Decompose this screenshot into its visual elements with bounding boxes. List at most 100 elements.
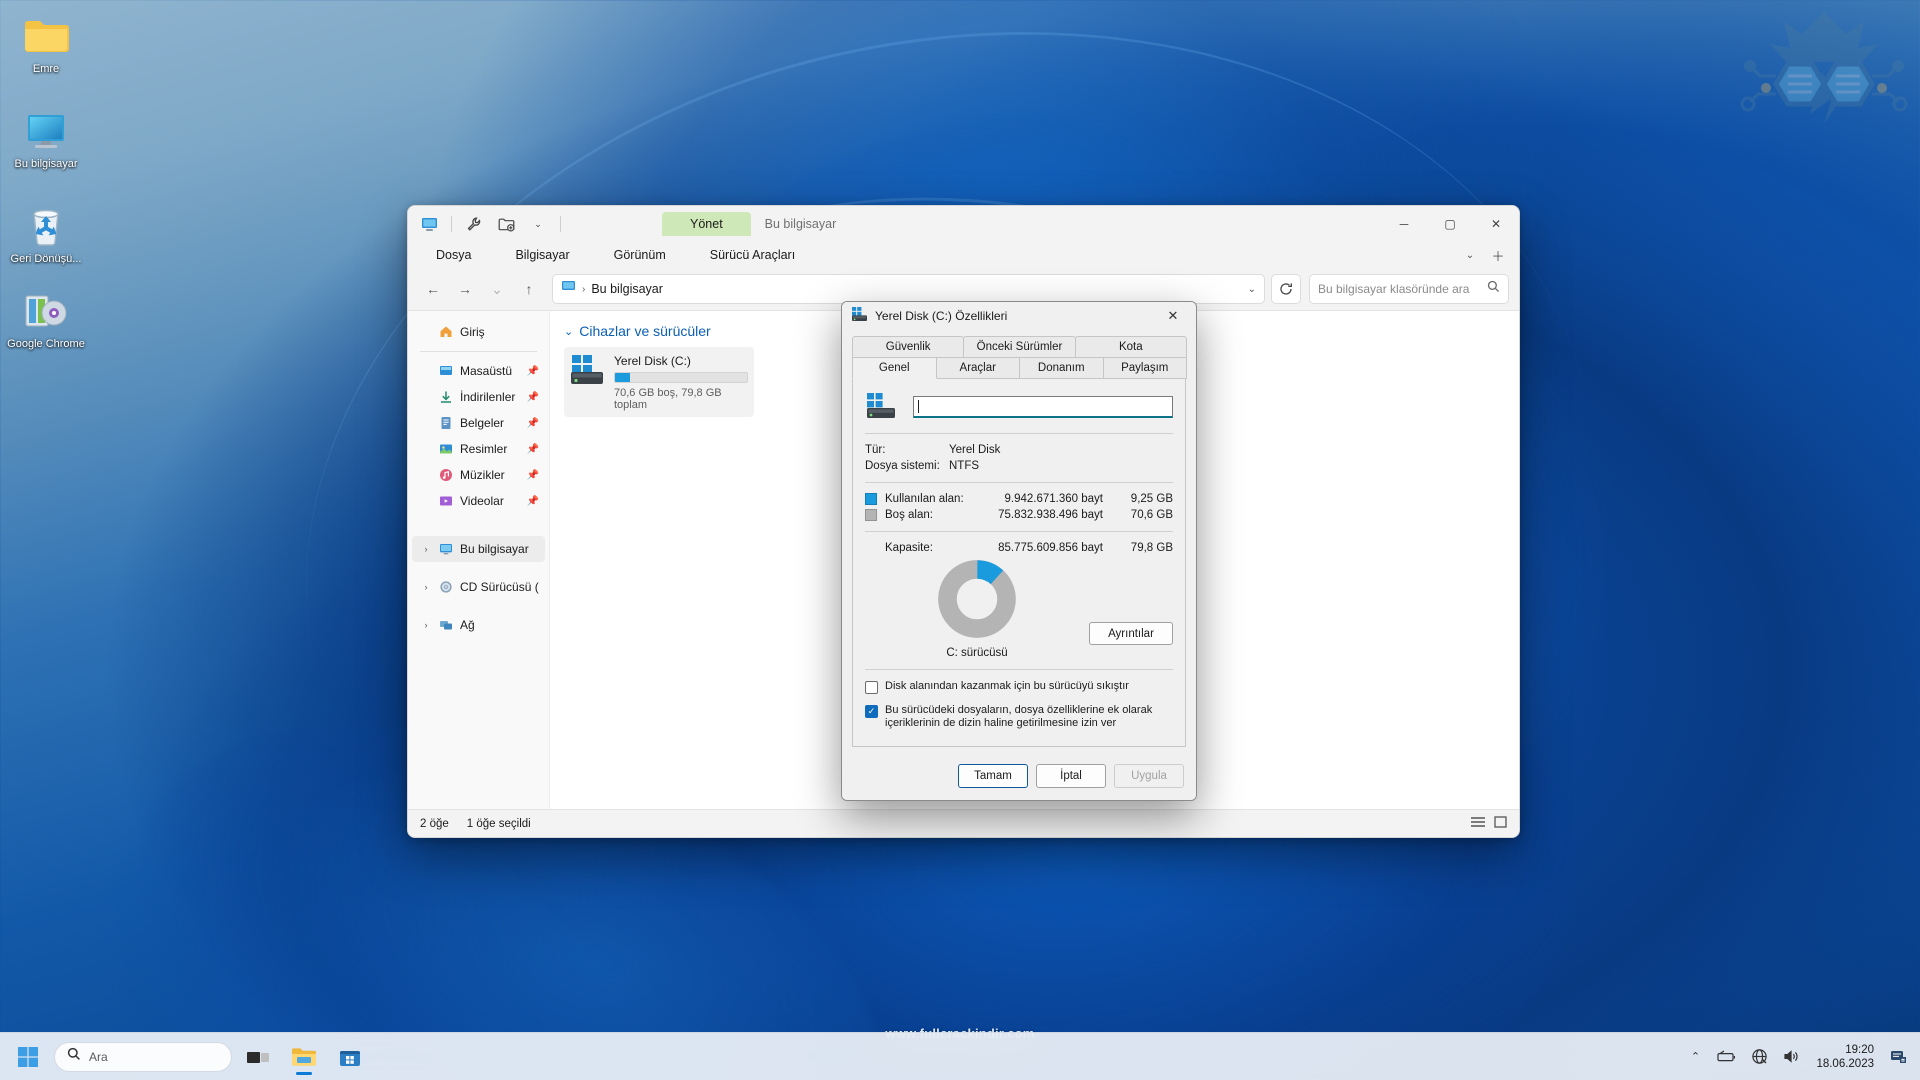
info-value: NTFS (949, 460, 1173, 472)
desktop-icon-bu-bilgisayar[interactable]: Bu bilgisayar (0, 101, 92, 174)
maximize-button[interactable]: ▢ (1427, 206, 1473, 242)
sidebar-item-bu-bilgisayar[interactable]: › Bu bilgisayar (412, 536, 545, 562)
info-row-type: Tür: Yerel Disk (865, 444, 1173, 456)
sidebar-item-resimler[interactable]: Resimler 📌 (412, 436, 545, 462)
navigation-pane: Giriş Masaüstü 📌 İndirilenler 📌 (408, 311, 550, 809)
breadcrumb-current[interactable]: Bu bilgisayar (591, 282, 663, 296)
tab-paylasim[interactable]: Paylaşım (1103, 358, 1188, 379)
up-button[interactable]: ↑ (514, 274, 544, 304)
checkbox-row-index[interactable]: ✓ Bu sürücüdeki dosyaların, dosya özelli… (865, 704, 1173, 730)
address-bar[interactable]: › Bu bilgisayar ⌄ (552, 274, 1265, 304)
sidebar-item-masaustu[interactable]: Masaüstü 📌 (412, 358, 545, 384)
notifications-icon[interactable] (1888, 1046, 1910, 1068)
drive-icon (865, 391, 899, 423)
sidebar-item-indirilenler[interactable]: İndirilenler 📌 (412, 384, 545, 410)
dialog-title: Yerel Disk (C:) Özellikleri (875, 309, 1149, 323)
help-add-icon[interactable]: ＋ (1485, 242, 1511, 268)
drive-tile-local-disk-c[interactable]: Yerel Disk (C:) 70,6 GB boş, 79,8 GB top… (564, 347, 754, 417)
chevron-down-icon[interactable]: ⌄ (525, 211, 551, 237)
tab-genel[interactable]: Genel (852, 358, 937, 379)
network-offline-icon[interactable] (1748, 1046, 1770, 1068)
status-item-count: 2 öğe (420, 818, 449, 830)
allocation-bytes: 75.832.938.496 bayt (981, 509, 1121, 521)
refresh-button[interactable] (1271, 274, 1301, 304)
properties-wrench-icon[interactable] (461, 211, 487, 237)
battery-icon[interactable] (1716, 1046, 1738, 1068)
chevron-down-icon[interactable]: ⌄ (1248, 284, 1256, 295)
sidebar-item-label: Resimler (460, 442, 521, 456)
desktop-icon-google-chrome[interactable]: Google Chrome (0, 281, 92, 354)
ok-button[interactable]: Tamam (958, 764, 1028, 788)
pin-icon[interactable]: 📌 (527, 418, 539, 429)
details-button[interactable]: Ayrıntılar (1089, 622, 1173, 645)
sidebar-divider (420, 351, 537, 352)
desktop-icon-emre[interactable]: Emre (0, 6, 92, 79)
dialog-titlebar: Yerel Disk (C:) Özellikleri ✕ (842, 302, 1196, 330)
search-icon (67, 1047, 81, 1066)
forward-button[interactable]: → (450, 274, 480, 304)
search-input[interactable]: Bu bilgisayar klasöründe ara (1309, 274, 1509, 304)
dialog-general-panel: Tür: Yerel Disk Dosya sistemi: NTFS Kull… (852, 379, 1186, 747)
microsoft-store-icon[interactable] (330, 1037, 370, 1077)
system-tray: ⌃ 19:20 18.06.2023 (1684, 1043, 1920, 1071)
index-checkbox[interactable]: ✓ (865, 705, 878, 718)
text-caret (918, 400, 919, 413)
sidebar-item-label: Giriş (460, 325, 539, 339)
chevron-right-icon[interactable]: › (420, 544, 432, 554)
close-button[interactable]: ✕ (1473, 206, 1519, 242)
menu-gorunum[interactable]: Görünüm (602, 245, 678, 265)
large-icons-view-icon[interactable] (1494, 816, 1507, 831)
chevron-up-icon[interactable]: ⌃ (1684, 1046, 1706, 1068)
taskbar-search-input[interactable]: Ara (54, 1042, 232, 1072)
minimize-button[interactable]: － (1381, 206, 1427, 242)
sidebar-item-videolar[interactable]: Videolar 📌 (412, 488, 545, 514)
info-key: Tür: (865, 444, 949, 456)
tab-araclar[interactable]: Araçlar (936, 358, 1021, 379)
legend-swatch-used (865, 493, 877, 505)
taskbar-clock[interactable]: 19:20 18.06.2023 (1812, 1043, 1878, 1071)
cancel-button[interactable]: İptal (1036, 764, 1106, 788)
pin-icon[interactable]: 📌 (527, 392, 539, 403)
menu-surucu-araclari[interactable]: Sürücü Araçları (698, 245, 807, 265)
sidebar-item-ag[interactable]: › Ağ (412, 612, 545, 638)
volume-icon[interactable] (1780, 1046, 1802, 1068)
menu-dosya[interactable]: Dosya (424, 245, 483, 265)
google-chrome-icon (2, 287, 90, 335)
sidebar-item-muzikler[interactable]: Müzikler 📌 (412, 462, 545, 488)
sidebar-item-giris[interactable]: Giriş (412, 319, 545, 345)
pin-icon[interactable]: 📌 (527, 470, 539, 481)
chevron-right-icon[interactable]: › (420, 620, 432, 630)
tab-manage[interactable]: Yönet (662, 212, 751, 236)
pin-icon[interactable]: 📌 (527, 366, 539, 377)
dialog-close-button[interactable]: ✕ (1156, 303, 1190, 329)
back-button[interactable]: ← (418, 274, 448, 304)
tab-donanim[interactable]: Donanım (1019, 358, 1104, 379)
volume-label-input[interactable] (913, 396, 1173, 418)
pin-icon[interactable]: 📌 (527, 444, 539, 455)
desktop-icon-geri-donusum[interactable]: Geri Dönüşü... (0, 196, 92, 269)
compress-checkbox[interactable] (865, 681, 878, 694)
tab-guvenlik[interactable]: Güvenlik (852, 336, 964, 358)
tab-kota[interactable]: Kota (1075, 336, 1187, 358)
pin-icon[interactable]: 📌 (527, 496, 539, 507)
taskbar-search-placeholder: Ara (89, 1050, 108, 1064)
sidebar-item-belgeler[interactable]: Belgeler 📌 (412, 410, 545, 436)
recent-locations-button[interactable]: ⌄ (482, 274, 512, 304)
details-view-icon[interactable] (1470, 816, 1486, 831)
search-icon[interactable] (1487, 280, 1500, 298)
allocation-label: Kullanılan alan: (885, 493, 981, 505)
file-explorer-icon[interactable] (284, 1037, 324, 1077)
windows-start-icon[interactable] (8, 1037, 48, 1077)
sidebar-item-cd-surucusu[interactable]: › CD Sürücüsü (D:) V (412, 574, 545, 600)
chevron-down-icon[interactable]: ⌄ (564, 325, 573, 338)
chevron-right-icon[interactable]: › (420, 582, 432, 592)
info-value: Yerel Disk (949, 444, 1173, 456)
ribbon-expand-icon[interactable]: ⌄ (1457, 242, 1483, 268)
tab-onceki-surumler[interactable]: Önceki Sürümler (963, 336, 1075, 358)
sidebar-item-label: Ağ (460, 618, 539, 632)
menu-bilgisayar[interactable]: Bilgisayar (503, 245, 581, 265)
checkbox-label: Bu sürücüdeki dosyaların, dosya özellikl… (885, 704, 1173, 730)
checkbox-row-compress[interactable]: Disk alanından kazanmak için bu sürücüyü… (865, 680, 1173, 694)
task-view-icon[interactable] (238, 1037, 278, 1077)
new-folder-icon[interactable] (493, 211, 519, 237)
